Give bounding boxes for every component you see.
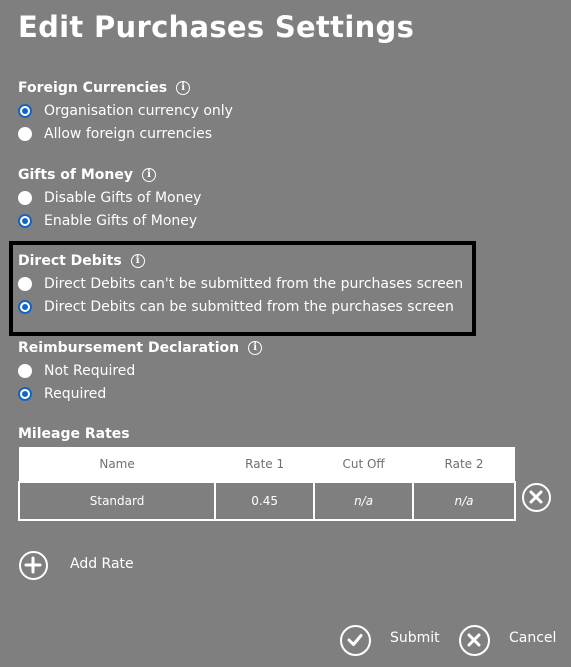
section-heading: Direct Debits i	[18, 250, 463, 272]
section-heading: Reimbursement Declaration i	[18, 337, 263, 359]
cancel-label[interactable]: Cancel	[509, 630, 556, 646]
section-gifts-of-money: Gifts of Money i Disable Gifts of Money …	[18, 164, 201, 232]
radio-button[interactable]	[18, 103, 32, 118]
info-icon[interactable]: i	[176, 81, 191, 95]
radio-button[interactable]	[18, 299, 32, 314]
radio-gifts-disable[interactable]: Disable Gifts of Money	[18, 186, 201, 209]
radio-button[interactable]	[18, 190, 32, 205]
submit-label[interactable]: Submit	[390, 630, 440, 646]
cell-rate2[interactable]: n/a	[412, 481, 516, 521]
radio-button[interactable]	[18, 213, 32, 228]
section-heading: Gifts of Money i	[18, 164, 201, 186]
radio-foreign-allow[interactable]: Allow foreign currencies	[18, 122, 233, 145]
section-direct-debits: Direct Debits i Direct Debits can't be s…	[18, 250, 463, 318]
info-icon[interactable]: i	[130, 254, 145, 268]
radio-reimb-required[interactable]: Required	[18, 382, 262, 405]
section-foreign-currencies: Foreign Currencies i Organisation curren…	[18, 77, 233, 145]
radio-dd-can-submit[interactable]: Direct Debits can be submitted from the …	[18, 295, 463, 318]
radio-dd-cannot-submit[interactable]: Direct Debits can't be submitted from th…	[18, 272, 463, 295]
table-row: Standard 0.45 n/a n/a	[17, 481, 516, 521]
radio-button[interactable]	[18, 363, 32, 378]
column-header-rate2: Rate 2	[413, 447, 515, 482]
column-header-rate1: Rate 1	[215, 447, 315, 482]
mileage-rates-table: Name Rate 1 Cut Off Rate 2 Standard 0.45…	[17, 447, 516, 521]
section-reimbursement-declaration: Reimbursement Declaration i Not Required…	[18, 337, 263, 405]
remove-rate-button[interactable]	[522, 483, 551, 512]
add-rate-label[interactable]: Add Rate	[70, 556, 134, 572]
cell-name[interactable]: Standard	[17, 481, 217, 521]
info-icon[interactable]: i	[248, 341, 263, 355]
column-header-name: Name	[19, 447, 216, 482]
radio-button[interactable]	[18, 386, 32, 401]
section-heading: Foreign Currencies i	[18, 77, 233, 99]
submit-button[interactable]	[340, 625, 371, 656]
cancel-button[interactable]	[459, 625, 490, 656]
radio-button[interactable]	[18, 276, 32, 291]
check-circle-icon	[347, 634, 363, 646]
page-title: Edit Purchases Settings	[18, 10, 415, 44]
radio-reimb-not-required[interactable]: Not Required	[18, 359, 262, 382]
info-icon[interactable]: i	[142, 168, 157, 182]
table-header-row: Name Rate 1 Cut Off Rate 2	[19, 447, 515, 482]
x-circle-icon	[467, 633, 481, 647]
radio-foreign-org-only[interactable]: Organisation currency only	[18, 99, 233, 122]
cell-cutoff[interactable]: n/a	[313, 481, 415, 521]
cell-rate1[interactable]: 0.45	[214, 481, 316, 521]
radio-button[interactable]	[18, 126, 32, 141]
close-circle-icon	[529, 490, 543, 504]
section-heading: Mileage Rates	[18, 426, 130, 442]
add-rate-button[interactable]	[19, 551, 48, 580]
section-mileage-rates: Mileage Rates	[18, 423, 130, 445]
radio-gifts-enable[interactable]: Enable Gifts of Money	[18, 209, 201, 232]
plus-circle-icon	[24, 556, 42, 574]
column-header-cutoff: Cut Off	[314, 447, 414, 482]
